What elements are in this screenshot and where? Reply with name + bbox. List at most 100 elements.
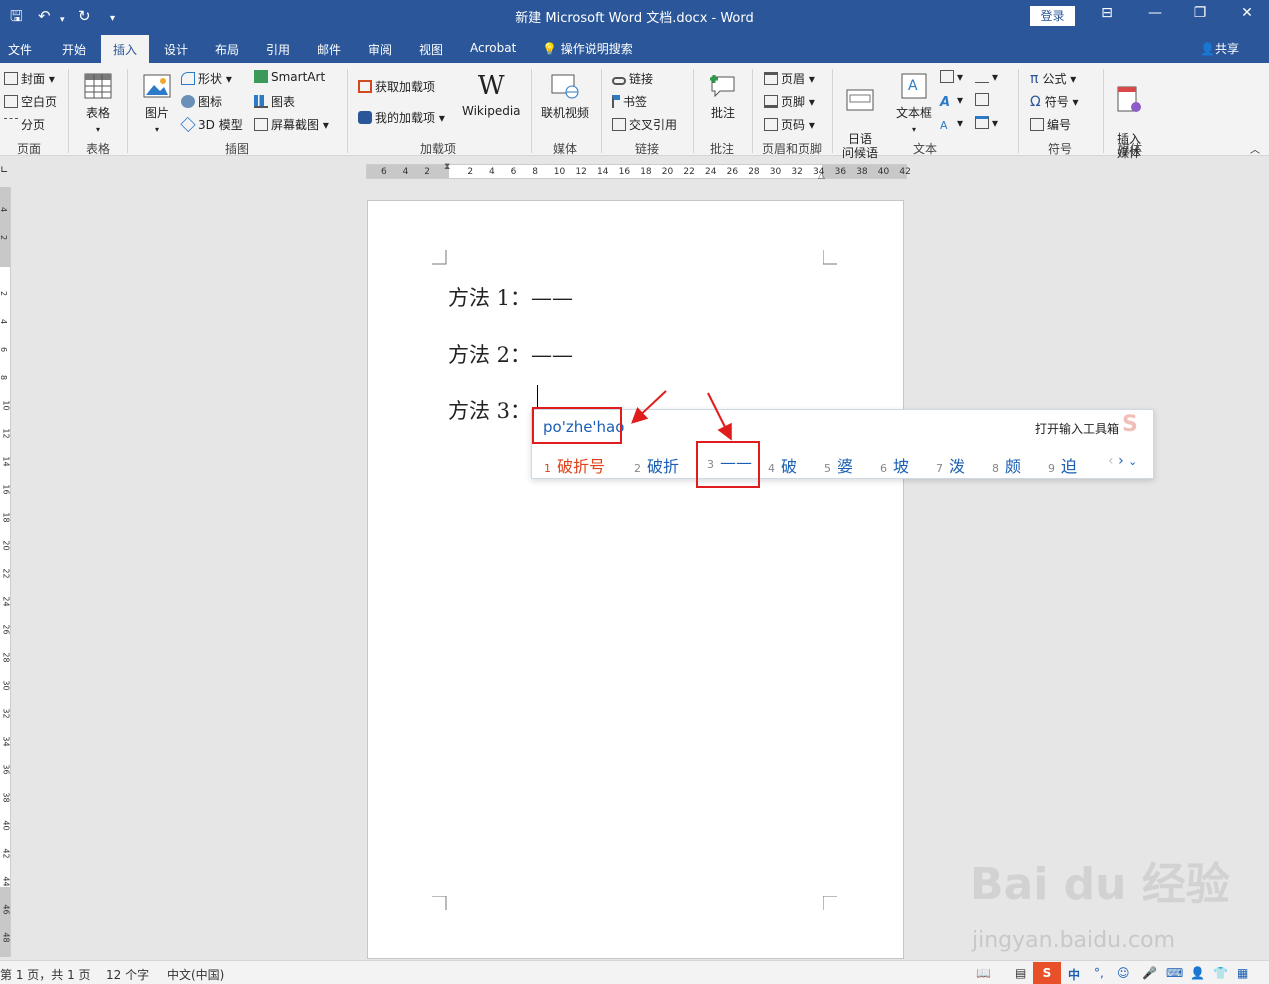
ime-keyboard-icon[interactable]: ⌨: [1166, 966, 1183, 980]
icons-button[interactable]: 图标: [181, 93, 222, 110]
sogou-ime-icon[interactable]: S: [1033, 962, 1061, 984]
date-time-button[interactable]: [975, 93, 992, 107]
get-addins-button[interactable]: 获取加载项: [358, 78, 435, 95]
redo-icon[interactable]: ↻: [78, 6, 91, 26]
sogou-logo-icon: S: [1122, 412, 1138, 437]
symbol-button[interactable]: Ω 符号 ▾: [1030, 93, 1079, 110]
bookmark-button[interactable]: 书签: [612, 93, 647, 110]
ribbon-display-options-icon[interactable]: ⊟: [1092, 5, 1122, 21]
japanese-greetings-button[interactable]: 日语 问候语: [842, 71, 878, 160]
table-button[interactable]: 表格 ▾: [83, 71, 113, 135]
page-number-button[interactable]: 页码 ▾: [764, 116, 815, 133]
group-label-media-2: 媒体: [1118, 142, 1143, 156]
restore-icon[interactable]: ❐: [1185, 5, 1215, 21]
tab-design[interactable]: 设计: [164, 41, 188, 58]
ime-skin-icon[interactable]: 👕: [1213, 966, 1228, 980]
print-layout-icon[interactable]: ▤: [1015, 966, 1026, 980]
expand-icon[interactable]: ⌄: [1128, 455, 1137, 468]
page-break-button[interactable]: 分页: [4, 116, 45, 133]
document-page[interactable]: [367, 200, 904, 959]
3d-models-button[interactable]: 3D 模型: [180, 116, 243, 133]
tab-review[interactable]: 审阅: [368, 41, 392, 58]
ime-user-icon[interactable]: 👤: [1190, 966, 1205, 980]
tab-acrobat[interactable]: Acrobat: [470, 41, 516, 55]
ime-candidate[interactable]: 5婆: [824, 453, 853, 477]
prev-page-icon[interactable]: ‹: [1108, 453, 1114, 469]
tell-me-search[interactable]: 💡 操作说明搜索: [542, 40, 633, 57]
doc-line-1[interactable]: 方法 1：——: [448, 282, 573, 312]
my-addins-button[interactable]: 我的加载项 ▾: [358, 109, 445, 126]
screenshot-button[interactable]: 屏幕截图 ▾: [254, 116, 329, 133]
tab-layout[interactable]: 布局: [215, 41, 239, 58]
chart-button[interactable]: 图表: [254, 93, 295, 110]
tab-mailings[interactable]: 邮件: [317, 41, 341, 58]
drop-cap-button[interactable]: A ▾: [940, 116, 963, 133]
save-icon[interactable]: 🖫: [10, 6, 23, 26]
object-button[interactable]: ▾: [975, 116, 998, 130]
table-icon: [84, 73, 112, 99]
ime-punctuation-icon[interactable]: °,: [1094, 966, 1104, 980]
doc-line-3[interactable]: 方法 3：: [448, 395, 531, 425]
equation-button[interactable]: π 公式 ▾: [1030, 70, 1076, 87]
close-icon[interactable]: ✕: [1232, 5, 1262, 21]
online-video-button[interactable]: 联机视频: [541, 71, 589, 121]
text-box-button[interactable]: A 文本框 ▾: [896, 71, 932, 135]
ruler-tick-label: 40: [877, 167, 890, 177]
tab-references[interactable]: 引用: [266, 41, 290, 58]
ime-chinese-mode-icon[interactable]: 中: [1068, 966, 1080, 983]
next-page-icon[interactable]: ›: [1118, 453, 1124, 469]
link-button[interactable]: 链接: [612, 70, 653, 87]
ime-candidate[interactable]: 6坡: [880, 453, 909, 477]
candidate-text: 迫: [1061, 457, 1078, 476]
cover-page-button[interactable]: 封面 ▾: [4, 70, 55, 87]
online-video-label: 联机视频: [541, 106, 590, 120]
new-comment-button[interactable]: 批注: [708, 71, 738, 121]
share-button[interactable]: 👤共享: [1200, 40, 1239, 57]
footer-button[interactable]: 页脚 ▾: [764, 93, 815, 110]
horizontal-ruler[interactable]: 6 4 2 2 4 6 8 10 12 14 16 18 20 22 24 26 28 30 32 34 36 38 40 4…: [366, 162, 911, 181]
header-button[interactable]: 页眉 ▾: [764, 70, 815, 87]
ime-candidate[interactable]: 8颇: [992, 453, 1021, 477]
wikipedia-button[interactable]: W Wikipedia: [462, 71, 521, 118]
smartart-button[interactable]: SmartArt: [254, 70, 325, 84]
tab-insert[interactable]: 插入: [101, 35, 149, 63]
ime-candidate[interactable]: 7泼: [936, 453, 965, 477]
svg-text:A: A: [908, 78, 918, 94]
page-count[interactable]: 第 1 页，共 1 页: [0, 966, 91, 983]
login-button[interactable]: 登录: [1030, 6, 1075, 26]
doc-line-2[interactable]: 方法 2：——: [448, 339, 573, 369]
ime-emoji-icon[interactable]: ☺: [1117, 966, 1130, 980]
undo-icon[interactable]: ↶: [38, 6, 51, 26]
undo-dropdown-icon[interactable]: ▾: [60, 10, 65, 30]
ime-candidate[interactable]: 2 破折: [634, 453, 679, 477]
tab-view[interactable]: 视图: [419, 41, 443, 58]
blank-page-button[interactable]: 空白页: [4, 93, 57, 110]
pictures-button[interactable]: 图片 ▾: [142, 71, 172, 135]
customize-quick-access-icon[interactable]: ▾: [110, 9, 115, 29]
ime-candidate[interactable]: 1 破折号: [544, 453, 605, 477]
minimize-icon[interactable]: —: [1140, 5, 1170, 21]
ime-toolbox-icon[interactable]: ▦: [1237, 966, 1248, 980]
right-indent-marker[interactable]: △: [818, 171, 825, 181]
ime-candidate[interactable]: 9迫: [1048, 453, 1077, 477]
group-label-illustrations: 插图: [225, 142, 250, 156]
indent-marker[interactable]: ⧗: [444, 162, 450, 172]
collapse-ribbon-icon[interactable]: ︿: [1250, 141, 1260, 156]
store-icon: [358, 80, 372, 93]
tab-home[interactable]: 开始: [62, 41, 86, 58]
ime-page-nav[interactable]: ‹ › ⌄: [1108, 453, 1137, 469]
quick-parts-button[interactable]: ▾: [940, 70, 963, 84]
tab-file[interactable]: 文件: [8, 41, 32, 58]
signature-line-button[interactable]: ▾: [975, 70, 998, 84]
shapes-button[interactable]: 形状 ▾: [181, 70, 232, 87]
word-count[interactable]: 12 个字: [106, 966, 149, 983]
tab-selector[interactable]: ∟: [0, 165, 8, 176]
ime-candidate[interactable]: 4破: [768, 453, 797, 477]
number-button[interactable]: 编号: [1030, 116, 1071, 133]
ime-voice-icon[interactable]: 🎤: [1142, 966, 1157, 980]
cross-reference-button[interactable]: 交叉引用: [612, 116, 677, 133]
wordart-button[interactable]: A ▾: [940, 93, 963, 109]
read-mode-icon[interactable]: 📖: [976, 966, 991, 980]
language[interactable]: 中文(中国): [167, 966, 224, 983]
ime-toolbox-link[interactable]: 打开输入工具箱: [1035, 420, 1119, 437]
